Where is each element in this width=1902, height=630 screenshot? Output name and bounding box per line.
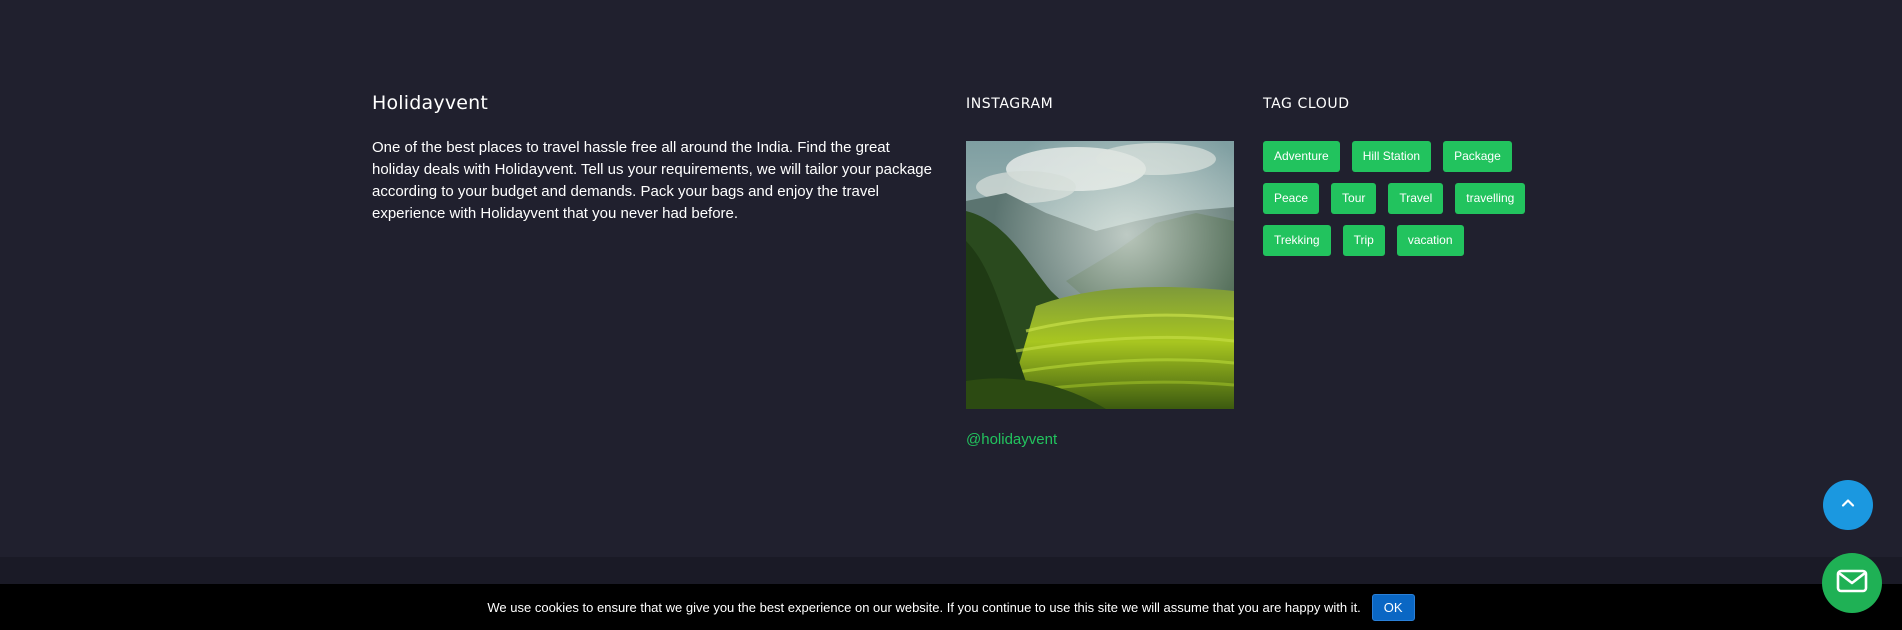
tag-cloud-widget: TAG CLOUD Adventure Hill Station Package… — [1263, 96, 1543, 256]
instagram-handle-link[interactable]: @holidayvent — [966, 431, 1057, 448]
cookie-notice-text: We use cookies to ensure that we give yo… — [487, 599, 1361, 615]
tag-trip[interactable]: Trip — [1342, 225, 1385, 256]
tag-tour[interactable]: Tour — [1331, 183, 1377, 214]
footer-main: Holidayvent One of the best places to tr… — [0, 0, 1902, 557]
tag-travelling[interactable]: travelling — [1455, 183, 1526, 214]
about-widget: Holidayvent One of the best places to tr… — [372, 92, 932, 225]
tag-peace[interactable]: Peace — [1263, 183, 1320, 214]
cookie-notice-bar: We use cookies to ensure that we give yo… — [0, 584, 1902, 630]
scroll-to-top-button[interactable] — [1823, 480, 1873, 530]
tag-adventure[interactable]: Adventure — [1263, 141, 1340, 172]
contact-mail-button[interactable] — [1822, 553, 1882, 613]
about-description: One of the best places to travel hassle … — [372, 139, 932, 222]
instagram-title: INSTAGRAM — [966, 96, 1054, 112]
mail-icon — [1836, 569, 1868, 598]
tag-trekking[interactable]: Trekking — [1263, 225, 1331, 256]
tag-list: Adventure Hill Station Package Peace Tou… — [1263, 141, 1543, 256]
chevron-up-icon — [1840, 495, 1856, 516]
tag-vacation[interactable]: vacation — [1396, 225, 1464, 256]
cookie-ok-button[interactable]: OK — [1371, 593, 1415, 621]
tag-cloud-title: TAG CLOUD — [1263, 96, 1350, 112]
tag-package[interactable]: Package — [1443, 141, 1512, 172]
instagram-photo[interactable] — [966, 141, 1234, 409]
instagram-widget: INSTAGRAM @holidayvent — [966, 96, 1236, 448]
tag-travel[interactable]: Travel — [1388, 183, 1444, 214]
about-title: Holidayvent — [372, 92, 489, 114]
tag-hill-station[interactable]: Hill Station — [1351, 141, 1432, 172]
